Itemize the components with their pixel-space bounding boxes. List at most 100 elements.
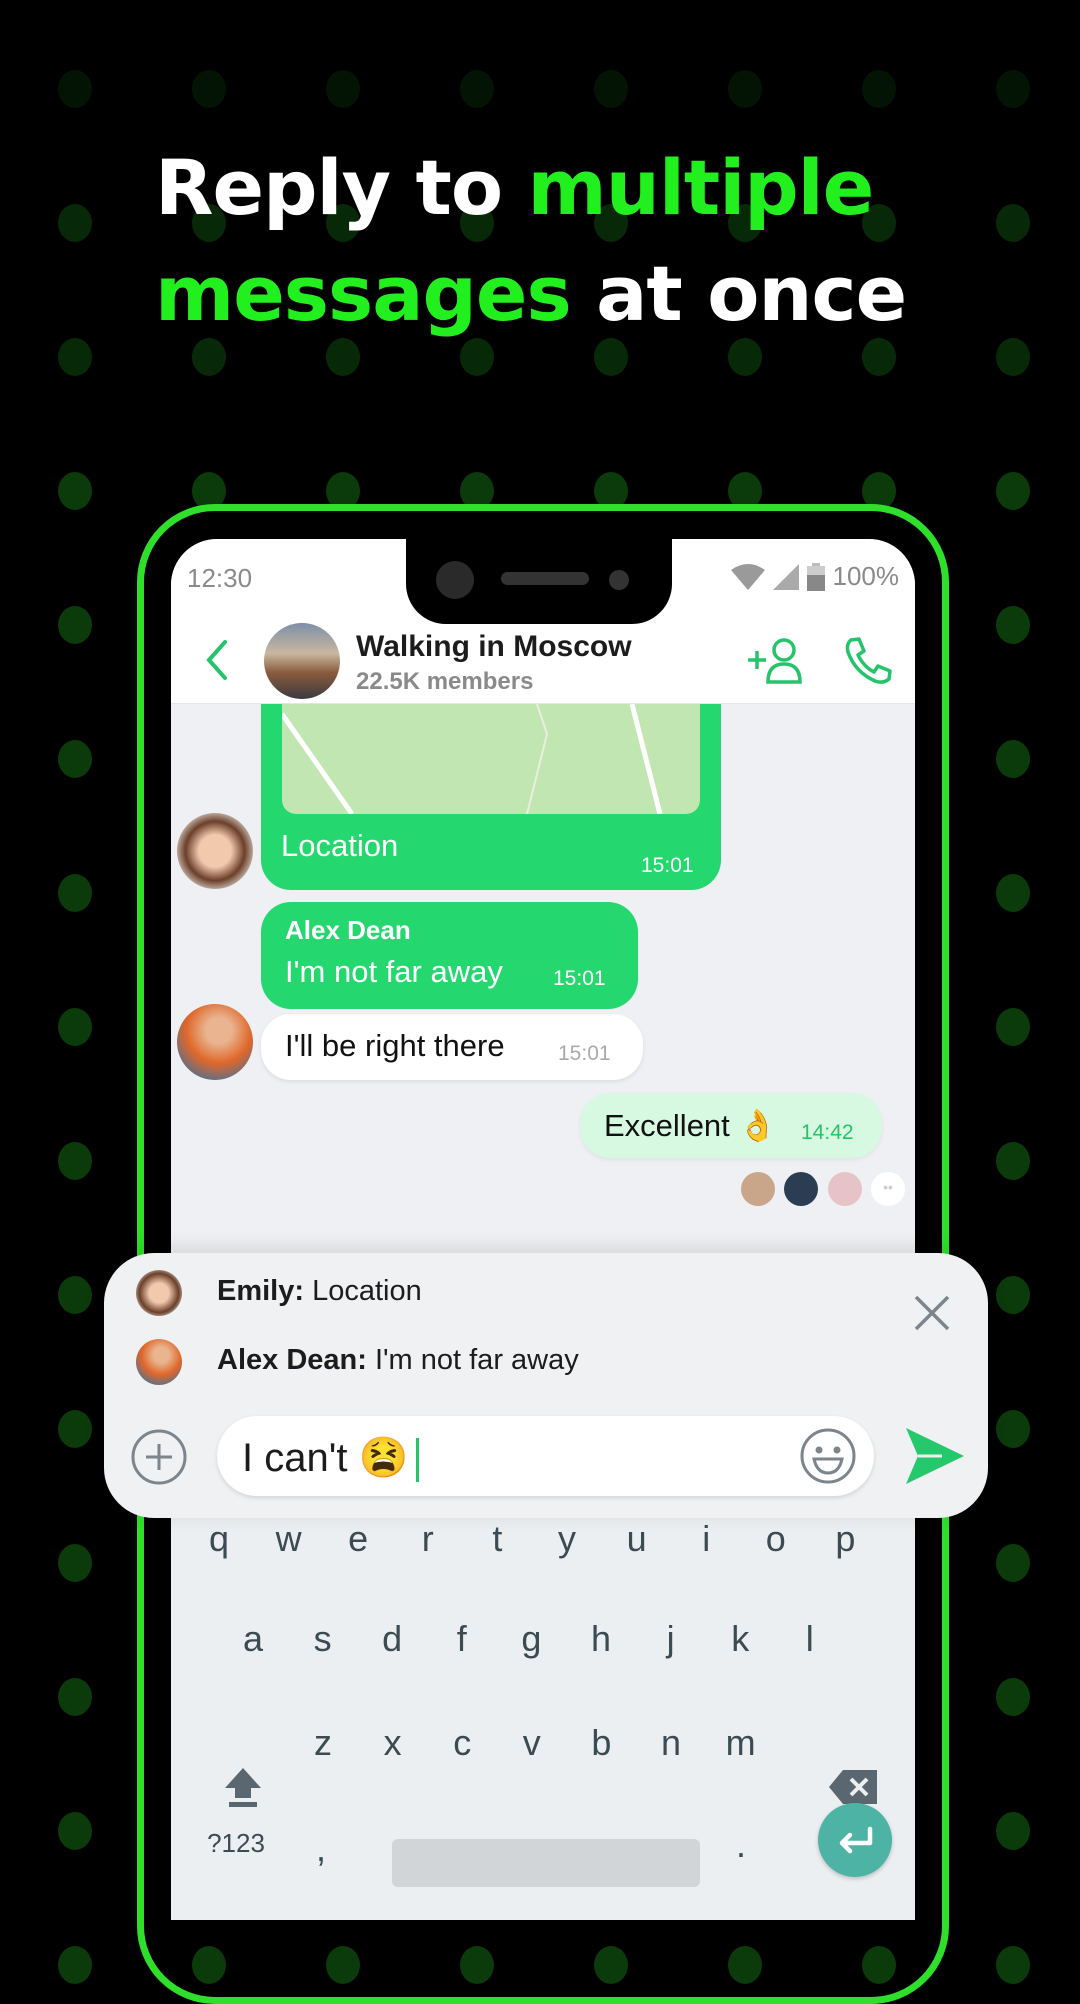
- reply-panel: Emily: Location Alex Dean: I'm not far a…: [104, 1253, 988, 1518]
- key[interactable]: s: [314, 1618, 332, 1660]
- background-dot: [996, 1812, 1030, 1850]
- background-dot: [996, 1142, 1030, 1180]
- close-icon[interactable]: [912, 1293, 952, 1333]
- key[interactable]: h: [591, 1618, 611, 1660]
- key[interactable]: r: [422, 1518, 434, 1560]
- key[interactable]: w: [276, 1518, 302, 1560]
- signal-icon: [772, 563, 799, 590]
- key[interactable]: k: [731, 1618, 749, 1660]
- message-incoming[interactable]: I'll be right there 15:01: [261, 1014, 643, 1080]
- key-enter[interactable]: [818, 1803, 892, 1877]
- chat-title[interactable]: Walking in Moscow: [356, 630, 632, 664]
- background-dot: [58, 1276, 92, 1314]
- key[interactable]: o: [766, 1518, 786, 1560]
- message-text: I'm not far away: [285, 954, 503, 989]
- key-comma[interactable]: ,: [316, 1828, 326, 1870]
- key[interactable]: x: [384, 1722, 402, 1764]
- key[interactable]: u: [627, 1518, 647, 1560]
- key[interactable]: z: [314, 1722, 332, 1764]
- background-dot: [58, 1410, 92, 1448]
- background-dot: [996, 606, 1030, 644]
- key[interactable]: f: [457, 1618, 467, 1660]
- add-user-icon[interactable]: [746, 636, 804, 684]
- send-icon[interactable]: [902, 1426, 966, 1486]
- message-time: 15:01: [641, 854, 694, 877]
- message-alex[interactable]: Alex Dean I'm not far away 15:01: [261, 902, 638, 1009]
- notch: [406, 539, 672, 624]
- message-time: 14:42: [801, 1121, 854, 1144]
- key[interactable]: t: [492, 1518, 502, 1560]
- background-dot: [58, 1544, 92, 1582]
- background-dot: [460, 70, 494, 108]
- key[interactable]: e: [348, 1518, 368, 1560]
- headline: Reply to multiple messages at once: [155, 135, 907, 347]
- key[interactable]: m: [726, 1722, 756, 1764]
- keyboard: q w e r t y u i o p a s d f g h j k l z x c v b n m ?123 , .: [171, 1518, 915, 1920]
- more-readers-icon[interactable]: ••: [871, 1172, 905, 1206]
- key[interactable]: i: [702, 1518, 710, 1560]
- reply-sender: Emily:: [217, 1275, 305, 1307]
- key[interactable]: d: [382, 1618, 402, 1660]
- avatar-alex[interactable]: [177, 1004, 253, 1080]
- phone-screen: 12:30 100% Location 15:01 Alex Dean I'm …: [171, 539, 915, 1920]
- background-dot: [58, 606, 92, 644]
- background-dot: [192, 70, 226, 108]
- message-text: Excellent 👌: [604, 1108, 777, 1143]
- background-dot: [58, 472, 92, 510]
- key[interactable]: p: [835, 1518, 855, 1560]
- key[interactable]: l: [806, 1618, 814, 1660]
- key[interactable]: a: [243, 1618, 263, 1660]
- message-text: Location: [281, 828, 399, 863]
- key[interactable]: q: [209, 1518, 229, 1560]
- text-caret: [416, 1438, 420, 1483]
- reply-avatar-alex: [136, 1339, 182, 1385]
- key[interactable]: c: [453, 1722, 471, 1764]
- wifi-icon: [730, 563, 765, 590]
- key[interactable]: y: [558, 1518, 576, 1560]
- background-dot: [58, 1142, 92, 1180]
- background-dot: [996, 740, 1030, 778]
- key-period[interactable]: .: [736, 1824, 746, 1866]
- backspace-icon[interactable]: [829, 1770, 877, 1804]
- reply-avatar-emily: [136, 1270, 182, 1316]
- background-dot: [58, 1946, 92, 1984]
- attach-plus-icon[interactable]: [130, 1428, 188, 1486]
- background-dot: [996, 70, 1030, 108]
- background-dot: [996, 472, 1030, 510]
- reply-item[interactable]: Emily: Location: [217, 1275, 422, 1308]
- key[interactable]: g: [521, 1618, 541, 1660]
- phone-icon[interactable]: [843, 636, 893, 686]
- background-dot: [58, 70, 92, 108]
- shift-icon[interactable]: [223, 1766, 263, 1808]
- group-avatar[interactable]: [264, 623, 340, 699]
- read-avatar: [784, 1172, 818, 1206]
- emoji-icon[interactable]: [799, 1427, 857, 1485]
- background-dot: [58, 338, 92, 376]
- message-time: 15:01: [558, 1042, 611, 1065]
- headline-text: Reply to: [155, 143, 528, 232]
- reply-sender: Alex Dean:: [217, 1344, 367, 1376]
- read-avatar: [741, 1172, 775, 1206]
- avatar-emily[interactable]: [177, 813, 253, 889]
- key[interactable]: b: [591, 1722, 611, 1764]
- member-count: 22.5K members: [356, 668, 534, 695]
- map-preview[interactable]: [282, 704, 700, 814]
- message-input[interactable]: I can't 😫: [217, 1416, 874, 1496]
- key[interactable]: n: [661, 1722, 681, 1764]
- key[interactable]: j: [667, 1618, 675, 1660]
- key-symbols[interactable]: ?123: [207, 1828, 265, 1859]
- background-dot: [996, 1276, 1030, 1314]
- read-avatar: [828, 1172, 862, 1206]
- message-time: 15:01: [553, 967, 606, 990]
- key-space[interactable]: [392, 1839, 700, 1887]
- reply-item[interactable]: Alex Dean: I'm not far away: [217, 1344, 579, 1377]
- message-outgoing[interactable]: Excellent 👌 14:42: [580, 1093, 882, 1158]
- status-time: 12:30: [187, 563, 253, 593]
- key[interactable]: v: [523, 1722, 541, 1764]
- headline-highlight: messages: [155, 249, 572, 338]
- background-dot: [996, 1410, 1030, 1448]
- chevron-left-icon[interactable]: [201, 638, 231, 682]
- background-dot: [594, 70, 628, 108]
- background-dot: [58, 1678, 92, 1716]
- message-location[interactable]: Location 15:01: [261, 704, 721, 890]
